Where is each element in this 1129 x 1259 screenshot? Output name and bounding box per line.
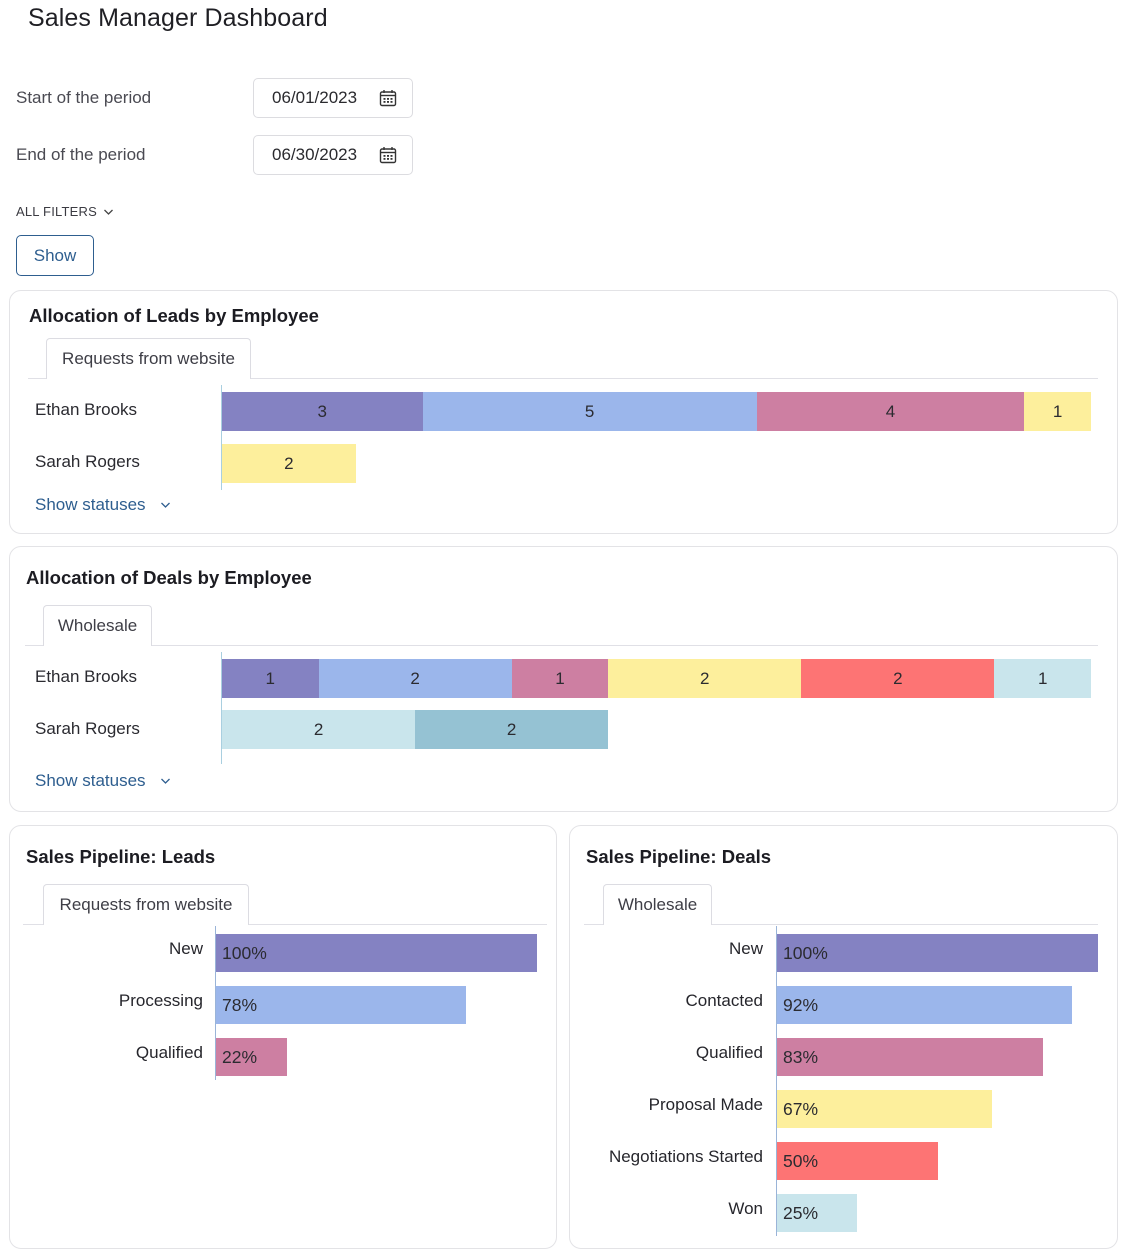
bar-segment[interactable]: 2 (415, 710, 609, 749)
bar-segment-value: 2 (506, 719, 517, 739)
bar-segment[interactable]: 1 (1024, 392, 1091, 431)
stage-percent: 50% (783, 1150, 819, 1171)
bar-segment[interactable]: 1 (222, 659, 319, 698)
stage-bar[interactable]: 67% (777, 1090, 993, 1128)
show-statuses-link[interactable]: Show statuses (35, 495, 171, 515)
tab-requests-from-website[interactable]: Requests from website (43, 884, 249, 925)
stage-label: Contacted (685, 991, 764, 1010)
calendar-icon[interactable] (378, 145, 398, 165)
leads-allocation-bars: 3 5 4 1 2 (222, 392, 1091, 484)
end-date-input[interactable]: 06/30/2023 (253, 135, 413, 175)
pipeline-deals-bars: New 100% Contacted 92% Qualified 83% Proposal … (560, 934, 1120, 1244)
stage-label: Processing (118, 991, 203, 1010)
stage-percent: 92% (783, 994, 819, 1015)
end-date-value: 06/30/2023 (272, 145, 358, 164)
row-label-sarah-rogers: Sarah Rogers (35, 452, 140, 471)
bar-segment[interactable]: 1 (511, 659, 609, 698)
all-filters-toggle[interactable]: ALL FILTERS (16, 204, 114, 219)
bar-segment[interactable]: 2 (801, 659, 995, 698)
deals-allocation-title: Allocation of Deals by Employee (26, 567, 312, 588)
stage-bar[interactable]: 78% (216, 986, 467, 1024)
bar-segment[interactable]: 1 (994, 659, 1091, 698)
page-title: Sales Manager Dashboard (28, 4, 328, 32)
all-filters-label: ALL FILTERS (16, 204, 97, 219)
bar-segment[interactable]: 5 (422, 392, 757, 431)
stage-percent: 83% (783, 1046, 819, 1067)
bar-segment-value: 2 (410, 668, 420, 688)
bar-segment-value: 1 (1052, 401, 1063, 421)
stage-label: Qualified (695, 1043, 763, 1062)
bar-segment[interactable]: 2 (318, 659, 512, 698)
chevron-down-icon (160, 502, 170, 508)
show-statuses-label: Show statuses (35, 495, 146, 514)
stage-percent: 25% (783, 1202, 819, 1223)
show-statuses-link[interactable]: Show statuses (35, 771, 171, 791)
stage-percent: 22% (222, 1046, 258, 1067)
bar-segment-value: 2 (700, 668, 710, 688)
stage-bar[interactable]: 92% (777, 986, 1073, 1024)
stage-percent: 78% (222, 994, 258, 1015)
pipeline-deals-title: Sales Pipeline: Deals (586, 846, 772, 867)
bar-segment[interactable]: 2 (222, 710, 416, 749)
chevron-down-icon (160, 778, 170, 784)
stage-label: Won (728, 1199, 763, 1218)
pipeline-leads-title: Sales Pipeline: Leads (26, 846, 216, 867)
stage-percent: 100% (783, 942, 828, 963)
bar-segment-value: 2 (284, 453, 294, 473)
stage-bar[interactable]: 25% (777, 1194, 858, 1232)
bar-segment-value: 1 (265, 668, 275, 688)
chevron-down-icon (103, 209, 113, 215)
calendar-icon[interactable] (378, 88, 398, 108)
bar-segment[interactable]: 2 (608, 659, 802, 698)
start-date-value: 06/01/2023 (272, 88, 358, 107)
tab-wholesale[interactable]: Wholesale (43, 605, 152, 646)
stage-percent: 67% (783, 1098, 819, 1119)
stage-bar[interactable]: 22% (216, 1038, 287, 1076)
row-label-ethan-brooks: Ethan Brooks (35, 667, 138, 686)
bar-segment[interactable]: 2 (222, 444, 356, 483)
stage-label: Qualified (135, 1043, 203, 1062)
tab-requests-from-website[interactable]: Requests from website (46, 338, 251, 379)
bar-segment-value: 1 (555, 668, 565, 688)
stage-bar[interactable]: 100% (777, 934, 1098, 972)
deals-allocation-bars: 1 2 1 2 2 1 2 2 (222, 659, 1091, 751)
stage-label: Proposal Made (648, 1095, 763, 1114)
bar-segment-value: 5 (584, 401, 595, 421)
stage-label: Negotiations Started (608, 1147, 763, 1166)
row-label-ethan-brooks: Ethan Brooks (35, 400, 138, 419)
stage-bar[interactable]: 83% (777, 1038, 1044, 1076)
show-button[interactable]: Show (16, 235, 94, 276)
bar-segment-value: 1 (1037, 668, 1048, 688)
stage-percent: 100% (222, 942, 267, 963)
stage-bar[interactable]: 50% (777, 1142, 938, 1180)
bar-segment[interactable]: 4 (756, 392, 1025, 431)
start-period-label: Start of the period (16, 88, 152, 107)
stage-label: New (728, 939, 763, 958)
start-date-input[interactable]: 06/01/2023 (253, 78, 413, 118)
tab-divider (25, 645, 1098, 646)
pipeline-leads-bars: New 100% Processing 78% Qualified 22% (0, 934, 557, 1084)
leads-allocation-title: Allocation of Leads by Employee (29, 305, 319, 326)
bar-segment-value: 2 (893, 668, 903, 688)
row-label-sarah-rogers: Sarah Rogers (35, 719, 140, 738)
stage-bar[interactable]: 100% (216, 934, 537, 972)
show-statuses-label: Show statuses (35, 771, 146, 790)
stage-label: New (168, 939, 203, 958)
bar-segment-value: 3 (317, 401, 327, 421)
bar-segment-value: 2 (313, 719, 324, 739)
end-period-label: End of the period (16, 145, 146, 164)
tab-wholesale[interactable]: Wholesale (603, 884, 712, 925)
bar-segment-value: 4 (885, 401, 896, 421)
bar-segment[interactable]: 3 (222, 392, 423, 431)
